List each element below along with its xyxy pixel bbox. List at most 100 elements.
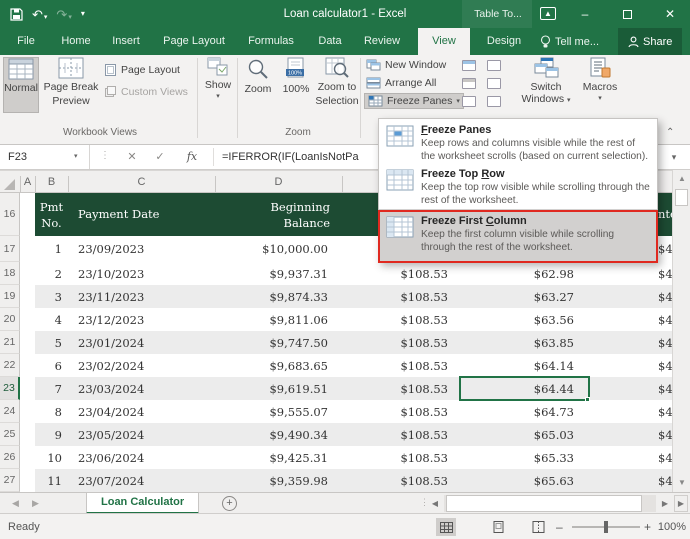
cell-pmt-no[interactable]: 9 (35, 423, 68, 446)
selected-cell-outline[interactable] (459, 376, 590, 401)
menu-item-freeze-first-column[interactable]: Freeze First Column Keep the first colum… (379, 209, 657, 261)
cell-beginning-balance[interactable]: $9,619.51 (215, 377, 342, 400)
new-window-button[interactable]: New Window (366, 59, 446, 71)
menu-item-freeze-panes[interactable]: Freeze Panes Keep rows and columns visib… (379, 121, 657, 165)
fill-handle[interactable] (585, 397, 590, 402)
cell-principal[interactable]: $65.63 (460, 469, 590, 492)
cell-pmt-no[interactable]: 5 (35, 331, 68, 354)
hscroll-right-icon[interactable]: ▶ (658, 495, 672, 512)
header-pmt-no[interactable]: Pmt No. (35, 200, 68, 231)
tab-file[interactable]: File (8, 28, 44, 55)
view-side-by-side-icon[interactable] (487, 60, 501, 71)
normal-view-status-icon[interactable] (436, 518, 456, 536)
unhide-icon[interactable] (462, 96, 476, 107)
formula-bar-grip[interactable]: ⋮ (100, 150, 111, 161)
column-header-c[interactable]: C (68, 171, 215, 193)
cell-payment[interactable]: $108.53 (342, 331, 460, 354)
scroll-up-icon[interactable]: ▲ (673, 170, 690, 188)
cell-pmt-no[interactable]: 1 (35, 236, 68, 262)
cell-payment-date[interactable]: 23/03/2024 (68, 377, 215, 400)
cell-interest-fragment[interactable]: $4 (658, 400, 672, 423)
cell-principal[interactable]: $63.27 (460, 285, 590, 308)
row-header-17[interactable]: 17 (0, 236, 20, 262)
tab-insert[interactable]: Insert (104, 28, 148, 55)
tell-me-box[interactable]: Tell me... (540, 28, 599, 55)
macros-button[interactable]: Macros ▾ (580, 57, 620, 123)
tab-review[interactable]: Review (356, 28, 408, 55)
tab-view[interactable]: View (418, 28, 470, 55)
cell-payment-date[interactable]: 23/06/2024 (68, 446, 215, 469)
freeze-panes-button[interactable]: Freeze Panes ▾ (364, 93, 464, 109)
zoom-button[interactable]: Zoom (241, 57, 275, 113)
insert-function-icon[interactable]: fx (182, 145, 202, 169)
column-header-b[interactable]: B (35, 171, 68, 193)
cell-pmt-no[interactable]: 10 (35, 446, 68, 469)
show-button[interactable]: Show ▾ (201, 57, 235, 123)
new-sheet-icon[interactable]: + (222, 496, 237, 511)
select-all-icon[interactable] (4, 179, 15, 190)
cell-payment-date[interactable]: 23/10/2023 (68, 262, 215, 285)
cell-interest-fragment[interactable]: $4 (658, 423, 672, 446)
vertical-scrollbar[interactable]: ▲ ▼ (672, 170, 690, 492)
cell-interest-fragment[interactable]: $4 (658, 308, 672, 331)
header-payment-date[interactable]: Payment Date (78, 207, 159, 223)
cell-beginning-balance[interactable]: $9,683.65 (215, 354, 342, 377)
cell-payment[interactable]: $108.53 (342, 285, 460, 308)
row-header-21[interactable]: 21 (0, 331, 20, 354)
row-header-23[interactable]: 23 (0, 377, 20, 400)
maximize-button[interactable] (612, 0, 642, 28)
name-box-caret-icon[interactable]: ▾ (74, 145, 78, 169)
column-header-a[interactable]: A (20, 171, 35, 193)
share-button[interactable]: Share (618, 28, 683, 55)
cell-payment[interactable]: $108.53 (342, 400, 460, 423)
cell-payment[interactable]: $108.53 (342, 308, 460, 331)
cell-beginning-balance[interactable]: $9,359.98 (215, 469, 342, 492)
cell-beginning-balance[interactable]: $9,874.33 (215, 285, 342, 308)
row-header-22[interactable]: 22 (0, 354, 20, 377)
custom-views-button[interactable]: Custom Views (104, 85, 188, 99)
enter-icon[interactable]: ✓ (150, 145, 170, 169)
cell-principal[interactable]: $64.14 (460, 354, 590, 377)
sheet-tab-loan-calculator[interactable]: Loan Calculator (86, 493, 200, 514)
cell-payment-date[interactable]: 23/11/2023 (68, 285, 215, 308)
synchronous-scrolling-icon[interactable] (487, 78, 501, 89)
close-button[interactable]: ✕ (655, 0, 685, 28)
cell-payment[interactable]: $108.53 (342, 377, 460, 400)
contextual-tab-label[interactable]: Table To... (468, 0, 528, 28)
header-beginning-balance[interactable]: Beginning Balance (215, 200, 330, 231)
zoom-slider-thumb[interactable] (604, 521, 608, 533)
cell-payment-date[interactable]: 23/02/2024 (68, 354, 215, 377)
page-layout-status-icon[interactable] (488, 518, 508, 536)
cell-principal[interactable]: $63.56 (460, 308, 590, 331)
row-header-26[interactable]: 26 (0, 446, 20, 469)
sheet-nav-right-icon[interactable]: ▶ (32, 493, 39, 514)
tab-home[interactable]: Home (54, 28, 98, 55)
cell-pmt-no[interactable]: 4 (35, 308, 68, 331)
cell-payment[interactable]: $108.53 (342, 446, 460, 469)
cell-interest-fragment[interactable]: $4 (658, 469, 672, 492)
zoom-to-selection-button[interactable]: Zoom to Selection (315, 57, 359, 123)
cell-payment-date[interactable]: 23/04/2024 (68, 400, 215, 423)
hide-icon[interactable] (462, 78, 476, 89)
cell-interest-fragment[interactable]: $4 (658, 236, 672, 262)
cell-beginning-balance[interactable]: $9,425.31 (215, 446, 342, 469)
cell-interest-fragment[interactable]: $4 (658, 262, 672, 285)
row-header-16[interactable]: 16 (0, 193, 20, 236)
cell-interest-fragment[interactable]: $4 (658, 377, 672, 400)
cell-beginning-balance[interactable]: $9,937.31 (215, 262, 342, 285)
row-header-19[interactable]: 19 (0, 285, 20, 308)
hscroll-left-icon[interactable]: ◀ (428, 495, 442, 512)
row-header-18[interactable]: 18 (0, 262, 20, 285)
tab-formulas[interactable]: Formulas (240, 28, 302, 55)
row-header-24[interactable]: 24 (0, 400, 20, 423)
page-break-preview-button[interactable]: Page Break Preview (42, 57, 100, 123)
collapse-ribbon-icon[interactable]: ⌃ (666, 127, 674, 138)
arrange-all-button[interactable]: Arrange All (366, 77, 436, 89)
zoom-in-icon[interactable]: + (644, 514, 651, 539)
cell-payment-date[interactable]: 23/05/2024 (68, 423, 215, 446)
cell-payment[interactable]: $108.53 (342, 423, 460, 446)
horizontal-scrollbar[interactable] (444, 495, 656, 512)
cell-beginning-balance[interactable]: $9,490.34 (215, 423, 342, 446)
expand-formula-bar-icon[interactable]: ▾ (660, 145, 688, 169)
zoom-100-button[interactable]: 100% 100% (278, 57, 314, 113)
